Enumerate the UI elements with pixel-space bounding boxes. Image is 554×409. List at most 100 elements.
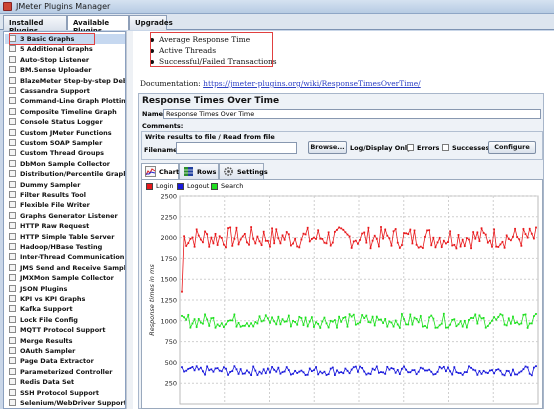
- plugin-list-scrollbar[interactable]: [126, 31, 133, 409]
- tab-settings[interactable]: Settings: [219, 163, 268, 179]
- plugin-checkbox[interactable]: [9, 388, 16, 396]
- plugin-checkbox[interactable]: [9, 97, 16, 105]
- plugin-checkbox[interactable]: [9, 274, 16, 282]
- plugin-checkbox[interactable]: [9, 253, 16, 261]
- plugin-item[interactable]: Console Status Logger: [5, 117, 125, 127]
- tab-upgrades[interactable]: Upgrades: [129, 15, 173, 30]
- plugin-checkbox[interactable]: [9, 55, 16, 63]
- browse-button[interactable]: Browse...: [308, 141, 347, 154]
- plugin-checkbox[interactable]: [9, 139, 16, 146]
- plugin-item[interactable]: Dummy Sampler: [5, 180, 125, 190]
- plugin-checkbox[interactable]: [9, 263, 16, 271]
- plugin-item[interactable]: Command-Line Graph Plotting Tool: [5, 96, 125, 106]
- plugin-checkbox[interactable]: [9, 295, 16, 302]
- plugin-item[interactable]: Page Data Extractor: [5, 356, 125, 366]
- plugin-checkbox[interactable]: [9, 305, 16, 313]
- plugin-checkbox[interactable]: [9, 336, 16, 344]
- series-point-login: [453, 243, 456, 246]
- plugin-item[interactable]: Selenium/WebDriver Support: [5, 398, 125, 408]
- series-point-logout: [308, 367, 311, 370]
- plugin-checkbox[interactable]: [9, 76, 16, 84]
- plugin-item[interactable]: Hadoop/HBase Testing: [5, 242, 125, 252]
- plugin-item[interactable]: Composite Timeline Graph: [5, 107, 125, 117]
- plugin-checkbox[interactable]: [9, 222, 16, 230]
- plugin-item[interactable]: Cassandra Support: [5, 86, 125, 96]
- plugin-checkbox[interactable]: [9, 284, 16, 292]
- plugin-checkbox[interactable]: [9, 326, 16, 334]
- plugin-item[interactable]: BlazeMeter Step-by-step Debugger: [5, 76, 125, 86]
- plugin-checkbox[interactable]: [9, 399, 16, 406]
- plugin-item[interactable]: Filter Results Tool: [5, 190, 125, 200]
- documentation-link[interactable]: https://jmeter-plugins.org/wiki/Response…: [203, 79, 421, 88]
- plugin-item[interactable]: Parameterized Controller: [5, 367, 125, 377]
- plugin-item[interactable]: DbMon Sample Collector: [5, 159, 125, 169]
- plugin-item[interactable]: JSON Plugins: [5, 284, 125, 294]
- plugin-checkbox[interactable]: [9, 191, 16, 198]
- series-point-search: [231, 319, 234, 322]
- plugin-checkbox[interactable]: [9, 211, 16, 219]
- plugin-checkbox[interactable]: [9, 107, 16, 115]
- plugin-checkbox[interactable]: [9, 149, 16, 157]
- plugin-checkbox[interactable]: [9, 315, 16, 323]
- plugin-item[interactable]: OAuth Sampler: [5, 346, 125, 356]
- plugin-item[interactable]: HTTP Simple Table Server: [5, 232, 125, 242]
- series-point-search: [480, 317, 483, 320]
- plugin-checkbox[interactable]: [9, 159, 16, 167]
- plugin-item[interactable]: Custom SOAP Sampler: [5, 138, 125, 148]
- tab-chart[interactable]: Chart: [141, 163, 179, 179]
- plugin-checkbox[interactable]: [9, 170, 16, 178]
- plugin-checkbox[interactable]: [9, 378, 16, 386]
- series-point-logout: [313, 369, 315, 372]
- name-input[interactable]: Response Times Over Time: [163, 109, 541, 119]
- tab-available-plugins[interactable]: Available Plugins: [67, 15, 129, 35]
- plugin-item[interactable]: Kafka Support: [5, 304, 125, 314]
- successes-checkbox[interactable]: [442, 144, 449, 151]
- plugin-checkbox[interactable]: [9, 118, 16, 126]
- plugin-item[interactable]: JMXMon Sample Collector: [5, 273, 125, 283]
- plugin-checkbox[interactable]: [9, 128, 16, 136]
- series-point-login: [290, 244, 292, 247]
- tab-installed-plugins[interactable]: Installed Plugins: [3, 15, 67, 35]
- configure-button[interactable]: Configure: [488, 141, 536, 154]
- plugin-checkbox[interactable]: [9, 45, 16, 53]
- plugin-checkbox[interactable]: [9, 201, 16, 209]
- filename-input[interactable]: [176, 142, 297, 154]
- plugin-item[interactable]: Distribution/Percentile Graphs: [5, 169, 125, 179]
- series-point-search: [254, 321, 257, 323]
- plugin-checkbox[interactable]: [9, 243, 16, 250]
- plugin-item[interactable]: Lock File Config: [5, 315, 125, 325]
- legend-label-search: Search: [221, 182, 244, 190]
- plugin-item[interactable]: Custom Thread Groups: [5, 148, 125, 158]
- tab-rows[interactable]: Rows: [179, 163, 219, 179]
- plugin-item[interactable]: Auto-Stop Listener: [5, 55, 125, 65]
- plugin-checkbox[interactable]: [9, 357, 16, 365]
- plugin-list[interactable]: 3 Basic Graphs 5 Additional Graphs Auto-St…: [3, 31, 126, 409]
- plugin-checkbox[interactable]: [9, 347, 16, 354]
- series-point-search: [285, 320, 288, 323]
- plugin-checkbox[interactable]: [9, 367, 16, 375]
- series-point-login: [300, 238, 303, 241]
- plugin-item[interactable]: BM.Sense Uploader: [5, 65, 125, 75]
- plugin-item[interactable]: Graphs Generator Listener: [5, 211, 125, 221]
- plugin-item[interactable]: JMS Send and Receive Sampler: [5, 263, 125, 273]
- legend-swatch-logout: [177, 183, 184, 190]
- series-point-login: [202, 241, 204, 244]
- plugin-item[interactable]: Custom JMeter Functions: [5, 128, 125, 138]
- plugin-item[interactable]: Flexible File Writer: [5, 200, 125, 210]
- plugin-checkbox[interactable]: [9, 87, 16, 94]
- plugin-item[interactable]: Merge Results: [5, 336, 125, 346]
- plugin-item[interactable]: HTTP Raw Request: [5, 221, 125, 231]
- plugin-label: KPI vs KPI Graphs: [20, 295, 86, 303]
- plugin-checkbox[interactable]: [9, 180, 16, 188]
- plugin-item[interactable]: Inter-Thread Communication: [5, 252, 125, 262]
- plugin-checkbox[interactable]: [9, 232, 16, 240]
- plugin-item[interactable]: MQTT Protocol Support: [5, 325, 125, 335]
- errors-checkbox[interactable]: [407, 144, 414, 151]
- plugin-checkbox[interactable]: [9, 66, 16, 74]
- plugin-item[interactable]: KPI vs KPI Graphs: [5, 294, 125, 304]
- series-point-login: [258, 240, 261, 243]
- series-point-search: [281, 318, 284, 321]
- plugin-item[interactable]: Redis Data Set: [5, 377, 125, 387]
- plugin-item[interactable]: 5 Additional Graphs: [5, 44, 125, 54]
- plugin-item[interactable]: SSH Protocol Support: [5, 388, 125, 398]
